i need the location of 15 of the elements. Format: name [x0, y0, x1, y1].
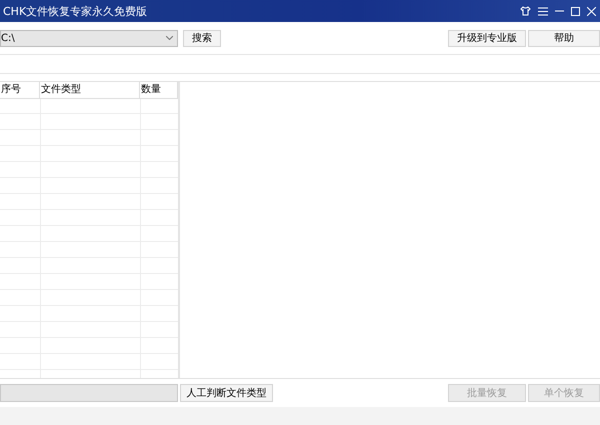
maximize-icon[interactable]	[571, 6, 580, 16]
close-icon[interactable]	[587, 6, 596, 16]
minimize-icon[interactable]	[555, 10, 564, 12]
identify-type-button[interactable]: 人工判断文件类型	[180, 384, 273, 402]
window-title: CHK文件恢复专家永久免费版	[3, 4, 148, 18]
shirt-icon[interactable]	[520, 6, 531, 16]
drive-dropdown[interactable]: C:\	[0, 30, 178, 46]
column-header[interactable]: 文件类型	[40, 82, 140, 98]
upgrade-button[interactable]: 升级到专业版	[448, 30, 526, 46]
search-button[interactable]: 搜索	[183, 30, 221, 46]
column-header[interactable]: 序号	[0, 82, 40, 98]
help-button[interactable]: 帮助	[528, 30, 600, 46]
chevron-icon	[166, 36, 173, 40]
column-header[interactable]: 数量	[140, 82, 178, 98]
menu-icon[interactable]	[538, 6, 548, 16]
